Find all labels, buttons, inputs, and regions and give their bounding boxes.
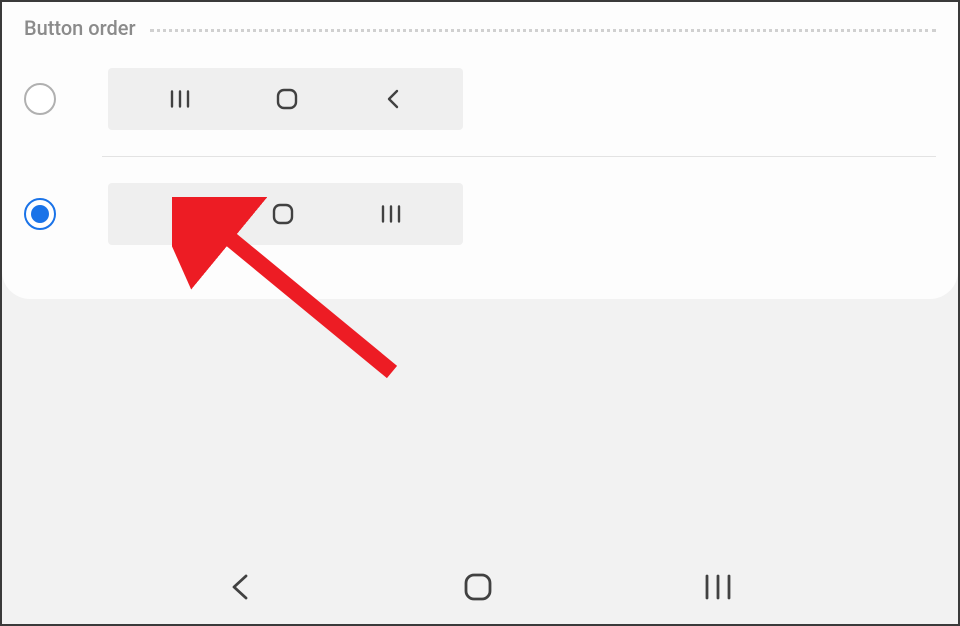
nav-back-button[interactable] bbox=[227, 572, 253, 602]
dotted-divider bbox=[150, 29, 936, 32]
back-icon bbox=[169, 203, 187, 225]
radio-selected[interactable] bbox=[24, 198, 56, 230]
button-order-option-1[interactable] bbox=[2, 42, 958, 156]
screenshot-frame: Button order bbox=[0, 0, 960, 626]
section-header: Button order bbox=[2, 2, 958, 42]
system-navigation-bar bbox=[2, 550, 958, 624]
button-order-card: Button order bbox=[2, 2, 958, 299]
radio-unselected[interactable] bbox=[24, 83, 56, 115]
section-title: Button order bbox=[24, 16, 136, 40]
nav-preview-1 bbox=[108, 68, 463, 130]
nav-preview-2 bbox=[108, 183, 463, 245]
button-order-option-2[interactable] bbox=[2, 157, 958, 271]
back-icon bbox=[384, 88, 402, 110]
home-icon bbox=[276, 88, 298, 110]
recents-icon bbox=[380, 205, 402, 223]
home-icon bbox=[272, 203, 294, 225]
nav-home-button[interactable] bbox=[463, 572, 493, 602]
nav-recents-button[interactable] bbox=[703, 574, 733, 600]
recents-icon bbox=[169, 90, 191, 108]
